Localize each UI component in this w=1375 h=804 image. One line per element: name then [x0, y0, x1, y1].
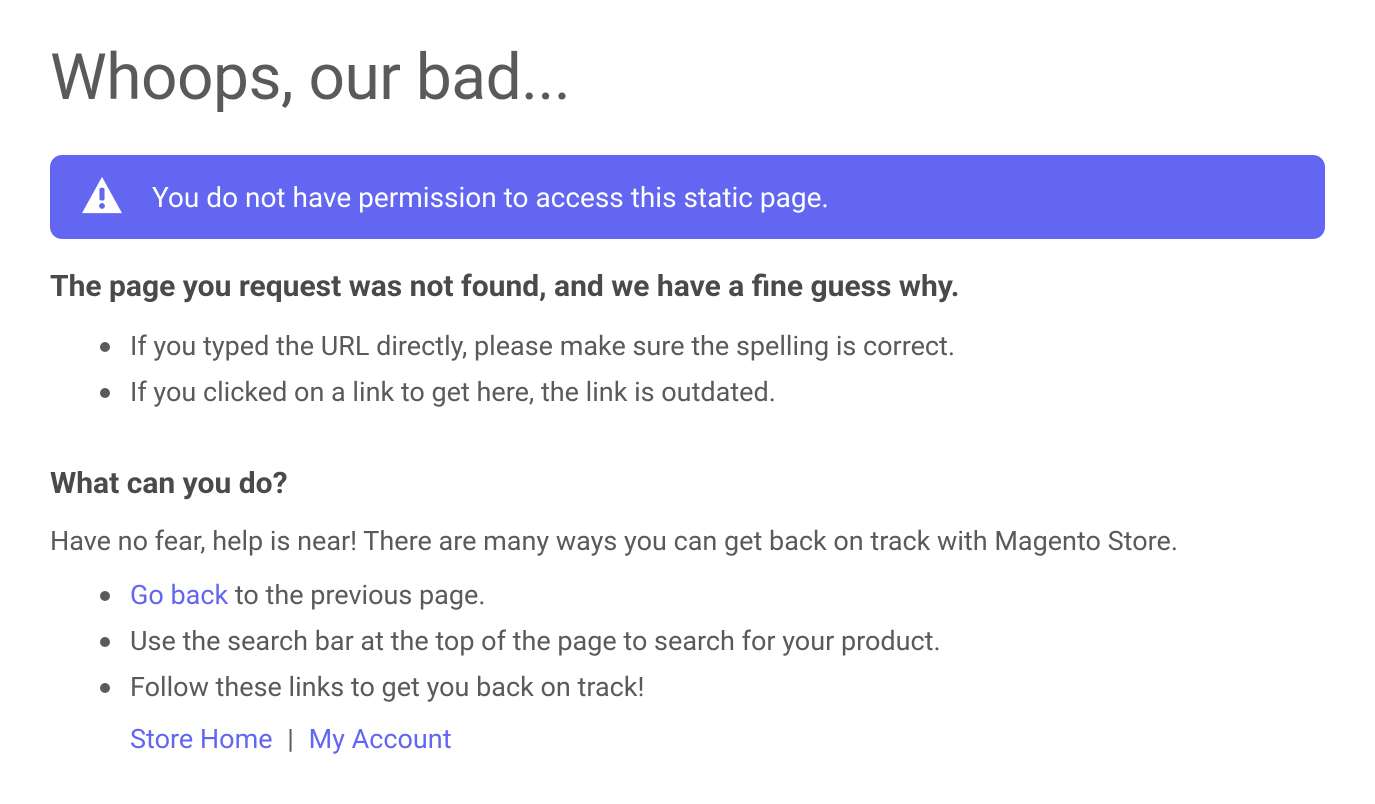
go-back-text: to the previous page.	[228, 579, 485, 611]
alert-message: You do not have permission to access thi…	[152, 181, 829, 214]
help-heading: What can you do?	[50, 466, 1325, 501]
permission-alert: You do not have permission to access thi…	[50, 155, 1325, 239]
warning-icon	[80, 175, 124, 219]
list-item: Follow these links to get you back on tr…	[100, 665, 1325, 711]
help-list: Go back to the previous page. Use the se…	[50, 573, 1325, 711]
list-item: Go back to the previous page.	[100, 573, 1325, 619]
link-separator: |	[287, 723, 294, 755]
page-title: Whoops, our bad...	[50, 40, 1325, 115]
list-item: Use the search bar at the top of the pag…	[100, 619, 1325, 665]
store-home-link[interactable]: Store Home	[130, 723, 273, 755]
not-found-heading: The page you request was not found, and …	[50, 269, 1325, 304]
list-item: If you typed the URL directly, please ma…	[100, 324, 1325, 370]
help-intro: Have no fear, help is near! There are ma…	[50, 521, 1325, 562]
list-item: If you clicked on a link to get here, th…	[100, 370, 1325, 416]
go-back-link[interactable]: Go back	[130, 579, 228, 611]
reasons-list: If you typed the URL directly, please ma…	[50, 324, 1325, 416]
footer-links: Store Home | My Account	[50, 715, 1325, 764]
my-account-link[interactable]: My Account	[309, 723, 452, 755]
